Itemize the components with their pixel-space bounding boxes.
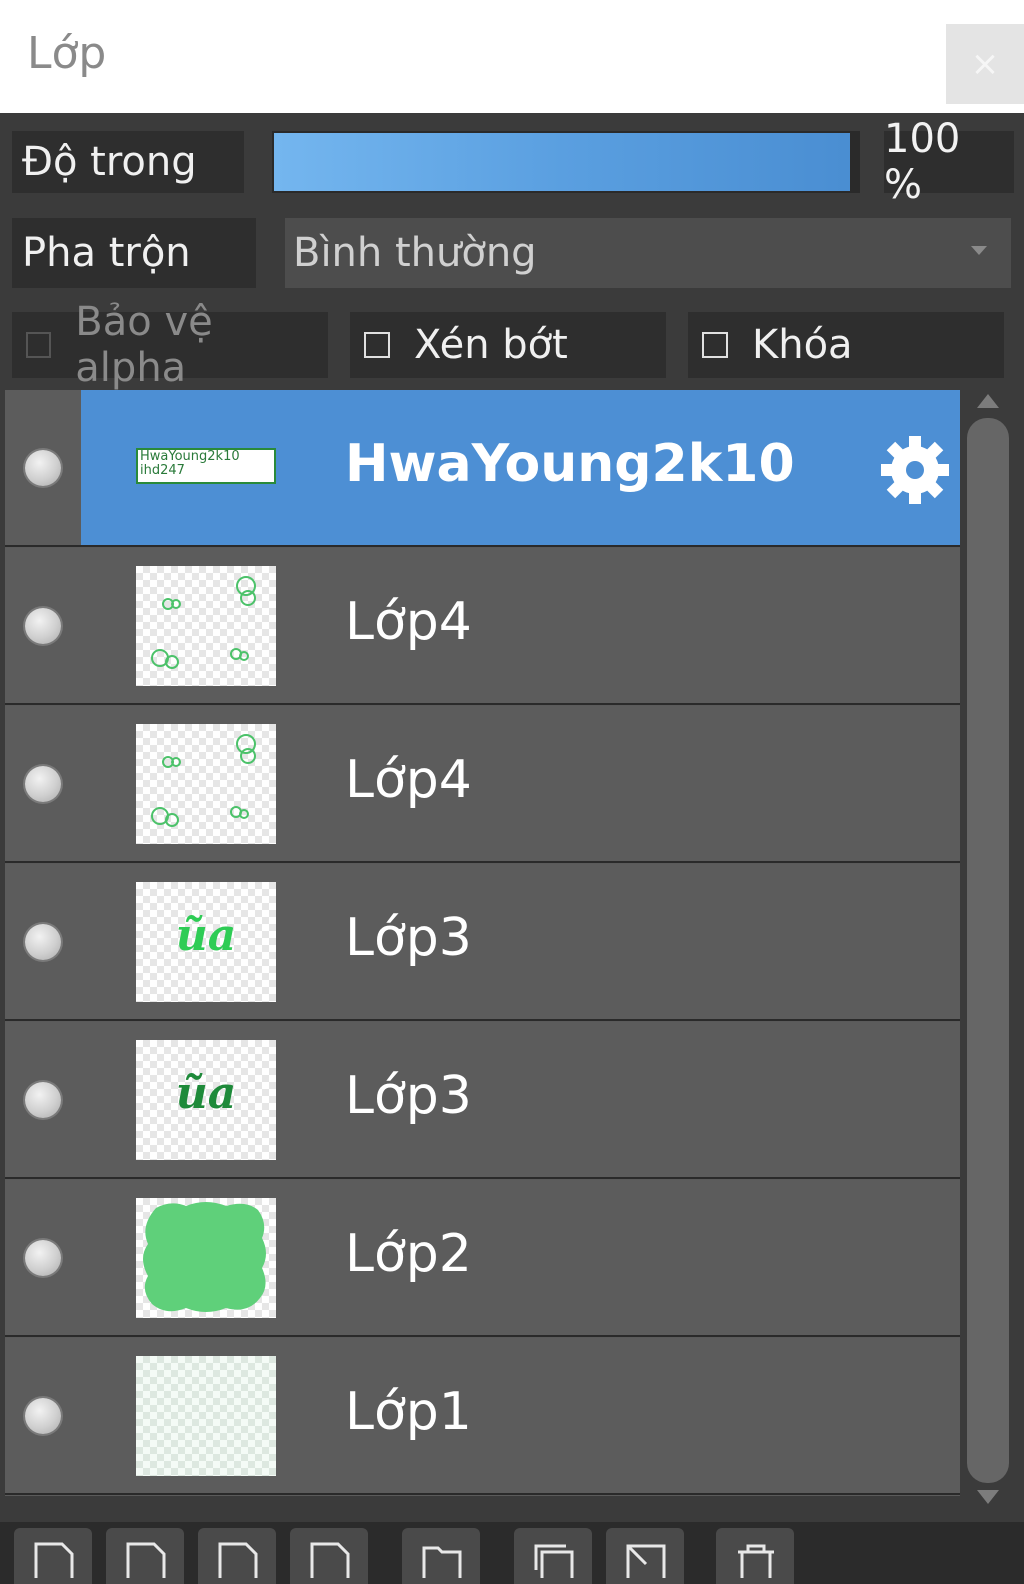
lock-checkbox[interactable]: Khóa [688, 312, 1004, 378]
layer-name: Lớp1 [345, 1382, 472, 1442]
layer-name: Lớp4 [345, 592, 472, 652]
layer-name: Lớp4 [345, 750, 472, 810]
close-button[interactable]: × [946, 24, 1024, 104]
duplicate-button[interactable] [514, 1528, 592, 1584]
visibility-toggle[interactable] [25, 766, 61, 802]
layer-thumbnail [136, 1356, 276, 1476]
layer-name: HwaYoung2k10 [345, 434, 795, 494]
opacity-slider-fill [274, 133, 850, 191]
visibility-toggle[interactable] [25, 608, 61, 644]
layer-thumbnail [136, 1198, 276, 1318]
chevron-down-icon [971, 246, 987, 255]
opacity-label: Độ trong [12, 131, 244, 193]
merge-button[interactable] [606, 1528, 684, 1584]
folder-icon [422, 1546, 462, 1578]
thumbnail-text: ihd247 [140, 463, 185, 478]
thumbnail-text: ũa [175, 910, 237, 961]
layer-row[interactable]: Lớp4 [5, 706, 960, 863]
layer-toolbar [0, 1522, 1024, 1584]
opacity-value[interactable]: 100 % [884, 116, 1014, 208]
layer-row[interactable]: ũa Lớp3 [5, 864, 960, 1021]
visibility-toggle[interactable] [25, 450, 61, 486]
visibility-toggle[interactable] [25, 1082, 61, 1118]
layer-list: HwaYoung2k10 ihd247 HwaYoung2k10 Lớp4 Lớp4 ũa… [5, 390, 960, 1496]
new-layer-button[interactable] [14, 1528, 92, 1584]
thumbnail-text: HwaYoung2k10 [140, 449, 240, 464]
visibility-toggle[interactable] [25, 1240, 61, 1276]
layer-name: Lớp3 [345, 908, 472, 968]
title-bar: Lớp × [0, 0, 1024, 113]
close-icon: × [970, 44, 1000, 84]
lock-label: Khóa [752, 322, 853, 368]
layer-thumbnail: ũa [136, 882, 276, 1002]
thumbnail-marks [151, 576, 256, 669]
alpha-protect-label: Bảo vệ alpha [75, 299, 213, 391]
duplicate-icon [534, 1544, 574, 1578]
alpha-protect-checkbox[interactable]: Bảo vệ alpha [12, 299, 328, 391]
scroll-up-icon[interactable] [977, 394, 999, 408]
add-layer-icon [218, 1542, 258, 1578]
folder-button[interactable] [402, 1528, 480, 1584]
blend-select[interactable]: Bình thường [285, 218, 1011, 288]
opacity-slider[interactable] [272, 131, 860, 193]
layer-thumbnail: HwaYoung2k10 ihd247 [136, 448, 276, 484]
layer-icon [310, 1542, 350, 1578]
checkbox-box [26, 332, 52, 358]
layer-thumbnail [136, 566, 276, 686]
new-layer-alt-icon [126, 1542, 166, 1578]
layer-thumbnail: ũa [136, 1040, 276, 1160]
layer-row[interactable]: Lớp4 [5, 548, 960, 705]
gear-icon[interactable] [879, 434, 951, 506]
visibility-toggle[interactable] [25, 1398, 61, 1434]
layer-button[interactable] [290, 1528, 368, 1584]
thumbnail-marks [143, 1202, 266, 1312]
layer-scrollbar[interactable] [964, 390, 1014, 1520]
visibility-toggle[interactable] [25, 924, 61, 960]
scroll-down-icon[interactable] [977, 1490, 999, 1504]
new-layer-icon [34, 1542, 74, 1578]
panel-title: Lớp [27, 28, 107, 79]
layer-name: Lớp3 [345, 1066, 472, 1126]
blend-selected-value: Bình thường [293, 230, 537, 276]
layer-name: Lớp2 [345, 1224, 472, 1284]
layer-row[interactable]: Lớp1 [5, 1338, 960, 1495]
merge-icon [626, 1544, 666, 1578]
delete-button[interactable] [716, 1528, 794, 1584]
add-layer-button[interactable] [198, 1528, 276, 1584]
checkbox-box [702, 332, 728, 358]
thumbnail-mark [240, 590, 256, 606]
clip-checkbox[interactable]: Xén bớt [350, 312, 666, 378]
thumbnail-mark [240, 748, 256, 764]
thumbnail-mark [143, 1202, 266, 1312]
layer-row[interactable]: HwaYoung2k10 ihd247 HwaYoung2k10 [5, 390, 960, 547]
blend-label: Pha trộn [12, 218, 256, 288]
scroll-thumb[interactable] [967, 418, 1009, 1483]
clip-label: Xén bớt [414, 322, 568, 368]
checkbox-box [364, 332, 390, 358]
thumbnail-marks [151, 734, 256, 827]
new-layer-alt-button[interactable] [106, 1528, 184, 1584]
layer-row[interactable]: Lớp2 [5, 1180, 960, 1337]
delete-icon [738, 1544, 774, 1578]
thumbnail-text: ũa [175, 1068, 237, 1119]
layer-row[interactable]: ũa Lớp3 [5, 1022, 960, 1179]
layer-thumbnail [136, 724, 276, 844]
